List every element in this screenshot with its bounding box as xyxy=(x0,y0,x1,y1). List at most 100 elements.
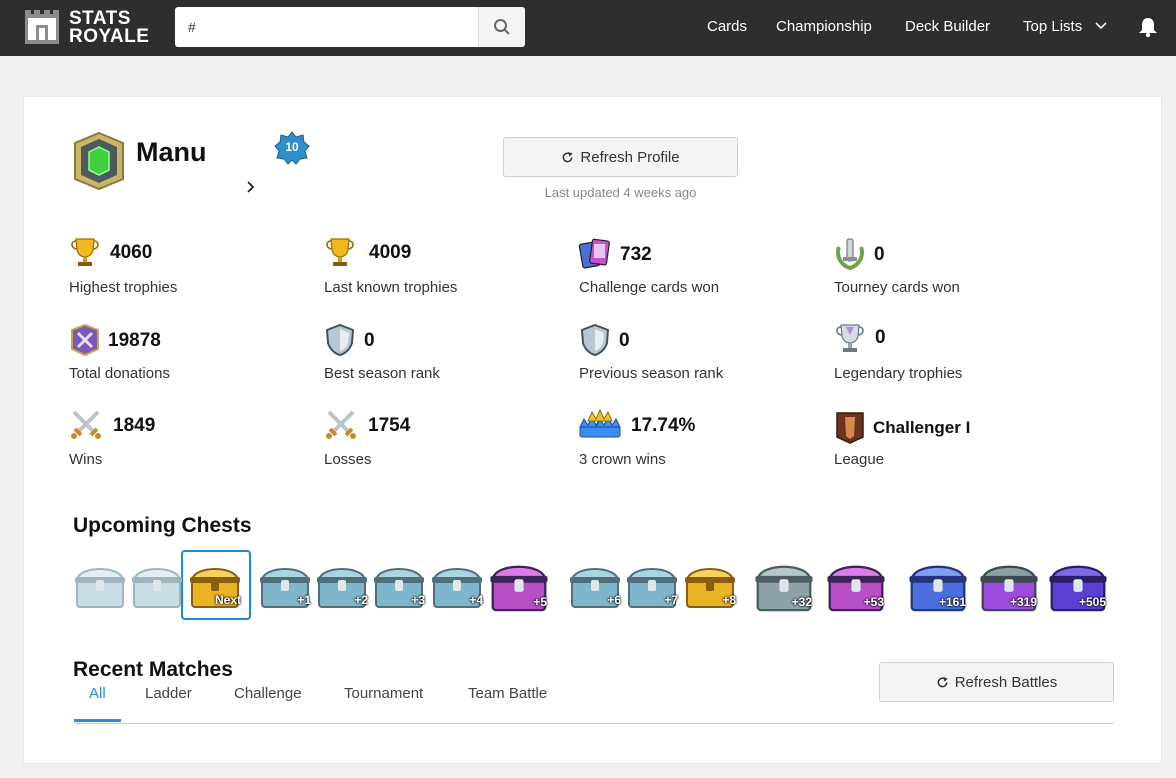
chest-item: +1 xyxy=(257,557,313,613)
tabs-divider xyxy=(74,723,1114,724)
level-number: 10 xyxy=(285,140,299,154)
shield-icon xyxy=(325,323,355,357)
silver-chest-icon xyxy=(75,568,125,608)
level-badge: 10 xyxy=(274,131,310,165)
stat-label-league: League xyxy=(834,451,885,468)
refresh-battles-button[interactable]: Refresh Battles xyxy=(879,662,1114,702)
nav-deck-builder[interactable]: Deck Builder xyxy=(905,18,990,36)
recent-matches-title: Recent Matches xyxy=(73,658,233,681)
chest-item: Next xyxy=(187,557,243,613)
tab-challenge[interactable]: Challenge xyxy=(234,685,302,702)
chest-item: +5 xyxy=(487,553,551,617)
stat-value-last-known-trophies: 4009 xyxy=(369,242,412,263)
chest-position-label: +5 xyxy=(533,595,547,609)
profile-card: Manu 10 Refresh Profile Last updated 4 w… xyxy=(23,96,1162,764)
bell-icon[interactable] xyxy=(1137,16,1159,38)
stat-label-legendary-trophies: Legendary trophies xyxy=(834,365,963,382)
stat-value-total-donations: 19878 xyxy=(108,330,161,351)
chest-item: +53 xyxy=(824,553,888,617)
stat-value-3-crown-wins: 17.74% xyxy=(631,415,696,436)
stat-label-challenge-cards-won: Challenge cards won xyxy=(579,279,720,296)
trophy-icon xyxy=(326,238,354,266)
shield-icon xyxy=(580,323,610,357)
chest-item: +2 xyxy=(314,557,370,613)
upcoming-chests-title: Upcoming Chests xyxy=(73,514,252,537)
chest-item: +6 xyxy=(567,557,623,613)
stat-label-last-known-trophies: Last known trophies xyxy=(324,279,458,296)
top-navigation-bar: STATS ROYALE Cards Championship Deck Bui… xyxy=(0,0,1176,56)
chest-position-label: +6 xyxy=(607,593,621,607)
nav-championship[interactable]: Championship xyxy=(776,18,872,36)
chest-item: +505 xyxy=(1046,553,1110,617)
refresh-icon xyxy=(563,151,573,162)
stat-label-previous-season-rank: Previous season rank xyxy=(579,365,724,382)
stat-value-wins: 1849 xyxy=(113,415,156,436)
search-input[interactable] xyxy=(175,7,478,47)
chest-item: +4 xyxy=(429,557,485,613)
refresh-profile-label: Refresh Profile xyxy=(580,148,680,166)
stat-label-3-crown-wins: 3 crown wins xyxy=(579,451,666,468)
chest-item: +161 xyxy=(906,553,970,617)
tournament-icon xyxy=(836,238,864,271)
player-search xyxy=(175,7,525,47)
castle-icon xyxy=(25,10,59,44)
clan-badge-icon xyxy=(74,131,124,191)
cards-icon xyxy=(578,238,610,269)
chest-position-label: +2 xyxy=(354,593,368,607)
last-updated-text: Last updated 4 weeks ago xyxy=(544,185,697,200)
silver-chest-icon xyxy=(132,568,182,608)
chest-position-label: +505 xyxy=(1078,595,1106,609)
chest-position-label: Next xyxy=(214,593,241,607)
search-button[interactable] xyxy=(478,7,525,47)
chest-position-label: +4 xyxy=(469,593,483,607)
trophy-icon xyxy=(71,238,99,266)
tab-tournament[interactable]: Tournament xyxy=(344,685,423,702)
refresh-profile-button[interactable]: Refresh Profile xyxy=(503,137,738,177)
refresh-battles-label: Refresh Battles xyxy=(954,673,1058,691)
donations-icon xyxy=(71,323,99,357)
crossed-swords-icon xyxy=(71,410,101,439)
stat-label-wins: Wins xyxy=(69,451,103,468)
stat-value-losses: 1754 xyxy=(368,415,411,436)
tab-team-battle[interactable]: Team Battle xyxy=(468,685,547,702)
stat-value-highest-trophies: 4060 xyxy=(110,242,153,263)
stat-label-highest-trophies: Highest trophies xyxy=(69,279,178,296)
refresh-icon xyxy=(937,676,948,687)
chest-item xyxy=(129,557,185,613)
stat-label-best-season-rank: Best season rank xyxy=(324,365,440,382)
search-icon xyxy=(494,19,510,35)
stat-value-best-season-rank: 0 xyxy=(364,330,375,351)
chest-item: +32 xyxy=(752,553,816,617)
chevron-right-icon[interactable] xyxy=(246,181,256,193)
stat-label-losses: Losses xyxy=(324,451,372,468)
stat-label-total-donations: Total donations xyxy=(69,365,170,382)
player-name: Manu xyxy=(136,137,207,167)
stat-label-tourney-cards-won: Tourney cards won xyxy=(834,279,960,296)
chest-position-label: +53 xyxy=(863,595,884,609)
chest-position-label: +1 xyxy=(297,593,311,607)
chest-position-label: +161 xyxy=(938,595,966,609)
chevron-down-icon[interactable] xyxy=(1095,22,1107,30)
stat-value-legendary-trophies: 0 xyxy=(875,327,886,348)
chest-item: +319 xyxy=(977,553,1041,617)
chest-position-label: +8 xyxy=(722,593,736,607)
nav-top-lists[interactable]: Top Lists xyxy=(1023,18,1082,36)
chest-position-label: +3 xyxy=(411,593,425,607)
stats-royale-logo[interactable]: STATS ROYALE xyxy=(22,7,150,47)
tab-all[interactable]: All xyxy=(89,685,106,702)
crowns-icon xyxy=(579,409,621,438)
nav-cards[interactable]: Cards xyxy=(707,18,747,36)
stat-value-tourney-cards-won: 0 xyxy=(874,244,885,265)
league-icon xyxy=(836,412,864,444)
tab-ladder[interactable]: Ladder xyxy=(145,685,192,702)
logo-text-royale: ROYALE xyxy=(69,26,150,47)
chest-item: +7 xyxy=(624,557,680,613)
chest-item: +8 xyxy=(682,557,738,613)
chest-position-label: +7 xyxy=(664,593,678,607)
chest-item xyxy=(72,557,128,613)
chest-position-label: +319 xyxy=(1009,595,1037,609)
stat-value-previous-season-rank: 0 xyxy=(619,330,630,351)
stat-value-challenge-cards-won: 732 xyxy=(620,244,652,265)
active-tab-indicator xyxy=(74,719,121,722)
legendary-trophy-icon xyxy=(836,324,864,352)
